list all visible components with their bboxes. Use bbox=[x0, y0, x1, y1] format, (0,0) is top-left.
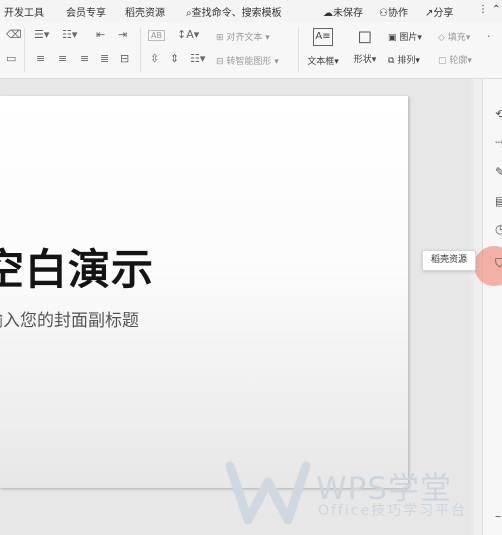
unsaved-button[interactable]: ☁未保存 bbox=[323, 4, 363, 19]
outline-icon: ▢ bbox=[438, 56, 447, 66]
text-box-style-icon[interactable]: AB bbox=[148, 30, 165, 41]
align-left-icon[interactable]: ≡ bbox=[36, 52, 45, 65]
picture-icon: ▣ bbox=[388, 33, 397, 43]
paragraph-icon[interactable]: ▭ bbox=[6, 52, 16, 65]
tab-member[interactable]: 会员专享 bbox=[66, 4, 106, 19]
tab-developer-tools[interactable]: 开发工具 bbox=[4, 4, 44, 19]
menu-bar: 开发工具 会员专享 稻壳资源 ⌕查找命令、搜索模板 ☁未保存 ⚇协作 ↗分享 ⋮… bbox=[0, 0, 502, 22]
more-ribbon-icon[interactable]: · bbox=[487, 30, 491, 43]
notes-icon[interactable]: ▤ bbox=[495, 194, 502, 208]
fill-icon: ◇ bbox=[438, 33, 445, 43]
picture-label: 图片 bbox=[399, 33, 418, 43]
align-center-icon[interactable]: ≡ bbox=[58, 52, 67, 65]
slide[interactable]: 空白演示 输入您的封面副标题 bbox=[0, 96, 408, 488]
tooltip-docer-resources: 稻壳资源 bbox=[422, 250, 476, 271]
divider bbox=[140, 28, 141, 72]
distribute-icon[interactable]: ⊟ bbox=[120, 52, 129, 65]
textbox-button[interactable]: A≡ 文本框▾ bbox=[305, 28, 341, 67]
decrease-indent-icon[interactable]: ⇤ bbox=[96, 28, 105, 41]
wps-watermark-logo bbox=[226, 461, 310, 525]
search-box[interactable]: ⌕查找命令、搜索模板 bbox=[186, 4, 282, 19]
share-button[interactable]: ↗分享 bbox=[425, 4, 453, 19]
columns-icon[interactable]: ☷▾ bbox=[190, 52, 205, 65]
vertical-scrollbar[interactable] bbox=[474, 79, 482, 535]
picture-button[interactable]: ▣ 图片▾ bbox=[388, 30, 422, 43]
search-placeholder: 查找命令、搜索模板 bbox=[191, 8, 282, 19]
share-label: 分享 bbox=[433, 8, 454, 19]
animation-icon[interactable]: ⟲ bbox=[495, 107, 502, 121]
collaborate-label: 协作 bbox=[387, 8, 408, 19]
align-text-button[interactable]: ⊞ 对齐文本 ▾ bbox=[216, 30, 270, 43]
right-sidebar: ⟲ ⇢ ✎ ▤ ◷ – bbox=[482, 79, 502, 535]
unsaved-label: 未保存 bbox=[333, 8, 363, 19]
transition-icon[interactable]: ⇢ bbox=[495, 135, 502, 149]
textbox-label: 文本框 bbox=[307, 57, 335, 67]
arrange-label: 排列 bbox=[397, 56, 416, 66]
docer-resources-icon[interactable]: ⛉ bbox=[495, 256, 502, 271]
align-right-icon[interactable]: ≡ bbox=[80, 52, 89, 65]
smart-shape-icon: ⊟ bbox=[216, 57, 224, 67]
slide-title[interactable]: 空白演示 bbox=[0, 236, 154, 297]
smart-shape-button[interactable]: ⊟ 转智能图形 ▾ bbox=[216, 54, 279, 67]
shape-button[interactable]: ◻ 形状▾ bbox=[350, 26, 380, 66]
collaborate-button[interactable]: ⚇协作 bbox=[379, 4, 408, 19]
outline-button[interactable]: ▢ 轮廓▾ bbox=[438, 53, 472, 66]
bullet-list-icon[interactable]: ☰▾ bbox=[34, 28, 49, 41]
numbered-list-icon[interactable]: ☷▾ bbox=[62, 28, 77, 41]
eraser-icon[interactable]: ⌫ bbox=[6, 28, 22, 41]
textbox-icon: A≡ bbox=[313, 28, 333, 46]
text-direction-icon[interactable]: ↕A▾ bbox=[177, 28, 199, 41]
user-icon: ⚇ bbox=[379, 8, 388, 19]
divider bbox=[24, 28, 25, 72]
fill-label: 填充 bbox=[447, 33, 466, 43]
divider bbox=[298, 28, 299, 72]
smart-shape-label: 转智能图形 bbox=[226, 57, 272, 67]
align-text-label: 对齐文本 bbox=[226, 33, 263, 43]
more-icon[interactable]: ⋮ bbox=[478, 4, 488, 15]
history-icon[interactable]: ◷ bbox=[495, 222, 502, 236]
style-icon[interactable]: ✎ bbox=[495, 165, 502, 179]
shape-label: 形状 bbox=[353, 55, 372, 65]
fill-button[interactable]: ◇ 填充▾ bbox=[438, 30, 470, 43]
watermark-subtitle: Office技巧学习平台 bbox=[318, 503, 468, 519]
ribbon-toolbar: ⌫ ▭ ☰▾ ☷▾ ⇤ ⇥ ≡ ≡ ≡ ≣ ⊟ AB ↕A▾ ⇳ ⇕ ☷▾ ⊞ … bbox=[0, 22, 502, 79]
outline-label: 轮廓 bbox=[449, 56, 468, 66]
arrange-icon: ⧉ bbox=[388, 56, 395, 66]
align-text-icon: ⊞ bbox=[216, 33, 224, 43]
collapse-icon[interactable]: – bbox=[495, 509, 501, 523]
expand-icon[interactable]: ⌃ bbox=[492, 4, 500, 15]
cloud-icon: ☁ bbox=[323, 8, 333, 19]
slide-subtitle[interactable]: 输入您的封面副标题 bbox=[0, 306, 139, 331]
para-spacing-icon[interactable]: ⇕ bbox=[170, 52, 179, 65]
justify-icon[interactable]: ≣ bbox=[100, 52, 109, 65]
tab-docer-resources[interactable]: 稻壳资源 bbox=[125, 4, 165, 19]
shape-icon: ◻ bbox=[357, 26, 373, 47]
increase-indent-icon[interactable]: ⇥ bbox=[118, 28, 127, 41]
arrange-button[interactable]: ⧉ 排列▾ bbox=[388, 53, 420, 66]
line-spacing-icon[interactable]: ⇳ bbox=[150, 52, 159, 65]
